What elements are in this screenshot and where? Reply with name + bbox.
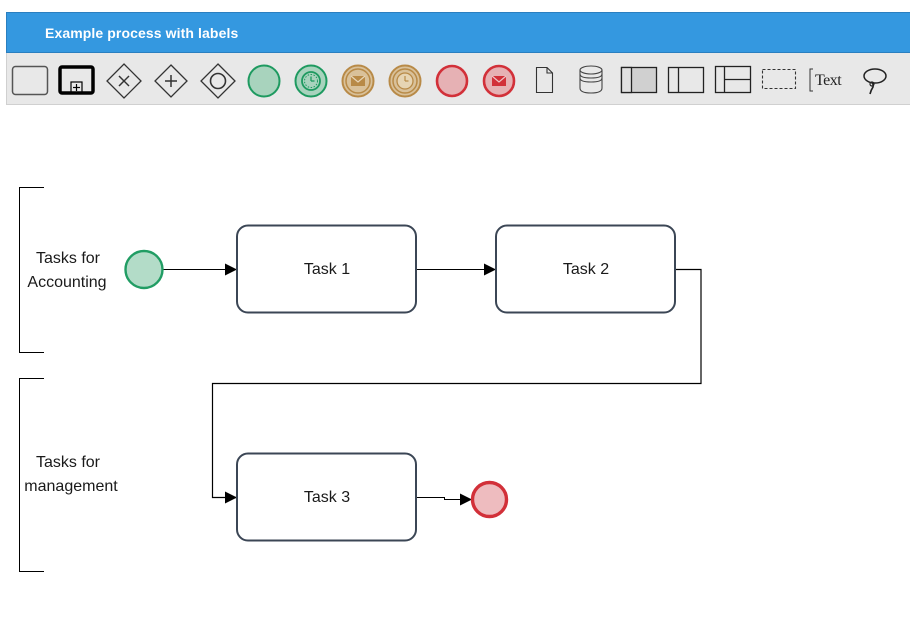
tool-vertical-pool[interactable] <box>666 53 706 105</box>
annotation-accounting-line1: Tasks for <box>36 250 101 267</box>
header-bar: Example process with labels <box>6 12 910 53</box>
message-intermediate-event-icon <box>341 64 375 98</box>
task-2-label: Task 2 <box>563 261 609 278</box>
diagram-canvas[interactable]: Tasks for Accounting Tasks for managemen… <box>0 105 910 621</box>
palette-toolbar: Text <box>6 53 910 105</box>
data-store-icon <box>579 65 603 94</box>
tool-timer-intermediate-event[interactable] <box>387 53 423 105</box>
end-event[interactable] <box>470 480 509 519</box>
tool-data-object[interactable] <box>529 53 559 105</box>
tool-start-event[interactable] <box>246 53 282 105</box>
task-2[interactable]: Task 2 <box>495 224 676 314</box>
annotation-management-line2: management <box>24 478 118 495</box>
timer-start-event-icon <box>294 64 328 98</box>
data-object-icon <box>535 66 554 94</box>
tool-subprocess[interactable] <box>58 53 96 105</box>
tool-pool[interactable] <box>619 53 659 105</box>
pool-icon <box>620 66 658 94</box>
start-event-icon <box>247 64 281 98</box>
task-1[interactable]: Task 1 <box>236 224 417 314</box>
task-1-label: Task 1 <box>304 261 350 278</box>
tool-inclusive-gateway[interactable] <box>199 53 237 105</box>
task-3[interactable]: Task 3 <box>236 452 417 542</box>
tool-parallel-gateway[interactable] <box>153 53 189 105</box>
diagram-svg: Tasks for Accounting Tasks for managemen… <box>19 187 702 572</box>
tool-message-intermediate-event[interactable] <box>340 53 376 105</box>
annotation-management[interactable]: Tasks for management <box>19 378 119 572</box>
parallel-gateway-icon <box>154 64 188 98</box>
tool-data-store[interactable] <box>575 53 607 105</box>
annotation-accounting-line2: Accounting <box>27 274 106 291</box>
annotation-management-line1: Tasks for <box>36 454 101 471</box>
tool-exclusive-gateway[interactable] <box>105 53 143 105</box>
inclusive-gateway-icon <box>200 63 236 99</box>
vertical-pool-icon <box>667 66 705 94</box>
message-end-event-icon <box>482 64 516 98</box>
tool-timer-start-event[interactable] <box>293 53 329 105</box>
task-3-label: Task 3 <box>304 489 350 506</box>
lasso-icon <box>863 68 887 95</box>
tool-lane[interactable] <box>713 53 753 105</box>
tool-end-event[interactable] <box>434 53 470 105</box>
tool-group[interactable] <box>760 53 798 105</box>
end-event-icon <box>435 64 469 98</box>
tool-text-annotation[interactable]: Text <box>806 53 846 105</box>
tool-message-end-event[interactable] <box>481 53 517 105</box>
start-event[interactable] <box>124 249 164 290</box>
subprocess-icon <box>58 65 95 95</box>
lane-icon <box>714 65 752 94</box>
tool-lasso[interactable] <box>857 53 893 105</box>
diagram-title: Example process with labels <box>45 25 239 41</box>
tool-task[interactable] <box>11 53 49 105</box>
annotation-accounting[interactable]: Tasks for Accounting <box>19 187 107 353</box>
bpmn-editor: Example process with labels Text Tasks f… <box>0 0 910 621</box>
exclusive-gateway-icon <box>106 63 142 99</box>
text-annotation-label: Text <box>815 72 842 89</box>
flow-task3-to-end[interactable] <box>417 493 472 506</box>
task-icon <box>11 65 49 96</box>
group-icon <box>761 68 797 90</box>
timer-intermediate-event-icon <box>388 64 422 98</box>
